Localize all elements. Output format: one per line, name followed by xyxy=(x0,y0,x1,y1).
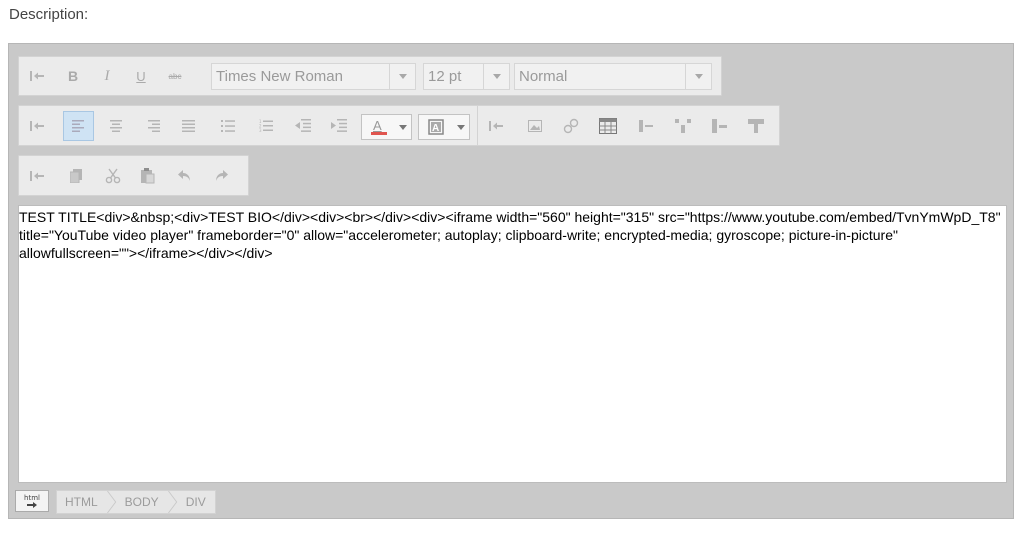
html-source-toggle-button[interactable]: html xyxy=(15,490,49,512)
toolbar-collapse-handle-icon[interactable] xyxy=(23,106,51,145)
breadcrumb: HTML BODY DIV xyxy=(56,490,216,514)
italic-button[interactable]: I xyxy=(93,57,121,95)
paste-icon[interactable] xyxy=(134,156,162,195)
toolbar-row-1: B I U abc Times New Roman 12 pt Normal xyxy=(18,56,722,96)
description-label: Description: xyxy=(9,6,89,23)
font-family-select[interactable]: Times New Roman xyxy=(211,63,416,90)
breadcrumb-item-html[interactable]: HTML xyxy=(57,491,107,513)
text-color-picker[interactable]: A xyxy=(361,114,412,140)
text-color-icon[interactable]: A xyxy=(362,115,395,139)
toolbar-row-2-formatting: 123 A A xyxy=(18,105,482,146)
bullet-list-icon[interactable] xyxy=(214,106,242,145)
block-format-value: Normal xyxy=(519,68,568,85)
insert-row-icon[interactable] xyxy=(669,106,697,145)
insert-link-icon[interactable] xyxy=(557,106,585,145)
strikethrough-button[interactable]: abc xyxy=(161,57,189,95)
outdent-icon[interactable] xyxy=(289,106,317,145)
insert-column-icon[interactable] xyxy=(633,106,661,145)
bold-button[interactable]: B xyxy=(59,57,87,95)
cut-icon[interactable] xyxy=(99,156,127,195)
undo-icon[interactable] xyxy=(171,156,199,195)
chevron-down-icon[interactable] xyxy=(453,115,469,139)
svg-text:A: A xyxy=(432,123,439,134)
align-justify-icon[interactable] xyxy=(175,106,203,145)
align-left-icon[interactable] xyxy=(63,111,94,141)
underline-button[interactable]: U xyxy=(127,57,155,95)
numbered-list-icon[interactable]: 123 xyxy=(252,106,280,145)
chevron-down-icon[interactable] xyxy=(395,115,411,139)
font-family-value: Times New Roman xyxy=(216,68,343,85)
editor-status-bar: html HTML BODY DIV xyxy=(15,490,216,514)
redo-icon[interactable] xyxy=(207,156,235,195)
insert-table-icon[interactable] xyxy=(594,106,622,145)
editor-content-area[interactable]: TEST TITLE<div>&nbsp;<div>TEST BIO</div>… xyxy=(18,205,1007,483)
svg-text:A: A xyxy=(373,118,382,133)
insert-image-icon[interactable] xyxy=(521,106,549,145)
font-size-select[interactable]: 12 pt xyxy=(423,63,510,90)
chevron-right-icon xyxy=(167,491,177,513)
background-color-picker[interactable]: A xyxy=(418,114,470,140)
toolbar-collapse-handle-icon[interactable] xyxy=(23,57,51,95)
toolbar-row-3 xyxy=(18,155,249,196)
html-toggle-label: html xyxy=(24,494,40,502)
toolbar-row-2-insert xyxy=(477,105,780,146)
svg-text:3: 3 xyxy=(259,128,262,132)
breadcrumb-item-div[interactable]: DIV xyxy=(178,491,215,513)
chevron-down-icon xyxy=(389,64,415,89)
chevron-down-icon xyxy=(685,64,711,89)
background-color-icon[interactable]: A xyxy=(419,115,453,139)
delete-row-icon[interactable] xyxy=(742,106,770,145)
chevron-down-icon xyxy=(483,64,509,89)
breadcrumb-item-body[interactable]: BODY xyxy=(117,491,168,513)
block-format-select[interactable]: Normal xyxy=(514,63,712,90)
toolbar-collapse-handle-icon[interactable] xyxy=(23,156,51,195)
delete-column-icon[interactable] xyxy=(706,106,734,145)
align-right-icon[interactable] xyxy=(139,106,167,145)
chevron-right-icon xyxy=(106,491,116,513)
font-size-value: 12 pt xyxy=(428,68,462,85)
align-center-icon[interactable] xyxy=(102,106,130,145)
copy-icon[interactable] xyxy=(63,156,91,195)
toolbar-collapse-handle-icon[interactable] xyxy=(482,106,510,145)
arrow-right-icon xyxy=(27,502,37,508)
rich-text-editor: B I U abc Times New Roman 12 pt Normal 1… xyxy=(8,43,1014,519)
indent-icon[interactable] xyxy=(325,106,353,145)
